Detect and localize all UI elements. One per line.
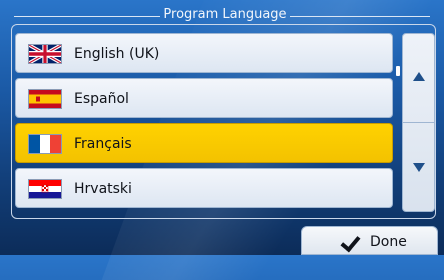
arrow-down-icon <box>413 163 425 172</box>
scroll-down-button[interactable] <box>403 123 434 211</box>
language-item-espanol[interactable]: Español <box>15 78 393 118</box>
uk-flag-icon <box>28 44 62 64</box>
language-label: English (UK) <box>74 46 160 62</box>
language-label: Español <box>74 91 129 107</box>
done-button[interactable]: Done <box>301 226 438 255</box>
language-label: Hrvatski <box>74 181 132 197</box>
language-item-hrvatski[interactable]: Hrvatski <box>15 168 393 208</box>
spain-flag-icon <box>28 89 62 109</box>
language-item-francais[interactable]: Français <box>15 123 393 163</box>
done-label: Done <box>370 234 407 250</box>
scroll-position-indicator <box>396 66 400 76</box>
scroll-up-button[interactable] <box>403 34 434 123</box>
title-divider-right <box>290 16 430 17</box>
arrow-up-icon <box>413 72 425 81</box>
croatia-flag-icon <box>28 179 62 199</box>
list-scrollbar[interactable] <box>402 33 435 212</box>
france-flag-icon <box>28 134 62 154</box>
checkmark-icon <box>340 231 361 253</box>
title-divider-left <box>14 16 160 17</box>
language-label: Français <box>74 136 132 152</box>
language-item-english-uk[interactable]: English (UK) <box>15 33 393 73</box>
page-title: Program Language <box>163 7 287 22</box>
